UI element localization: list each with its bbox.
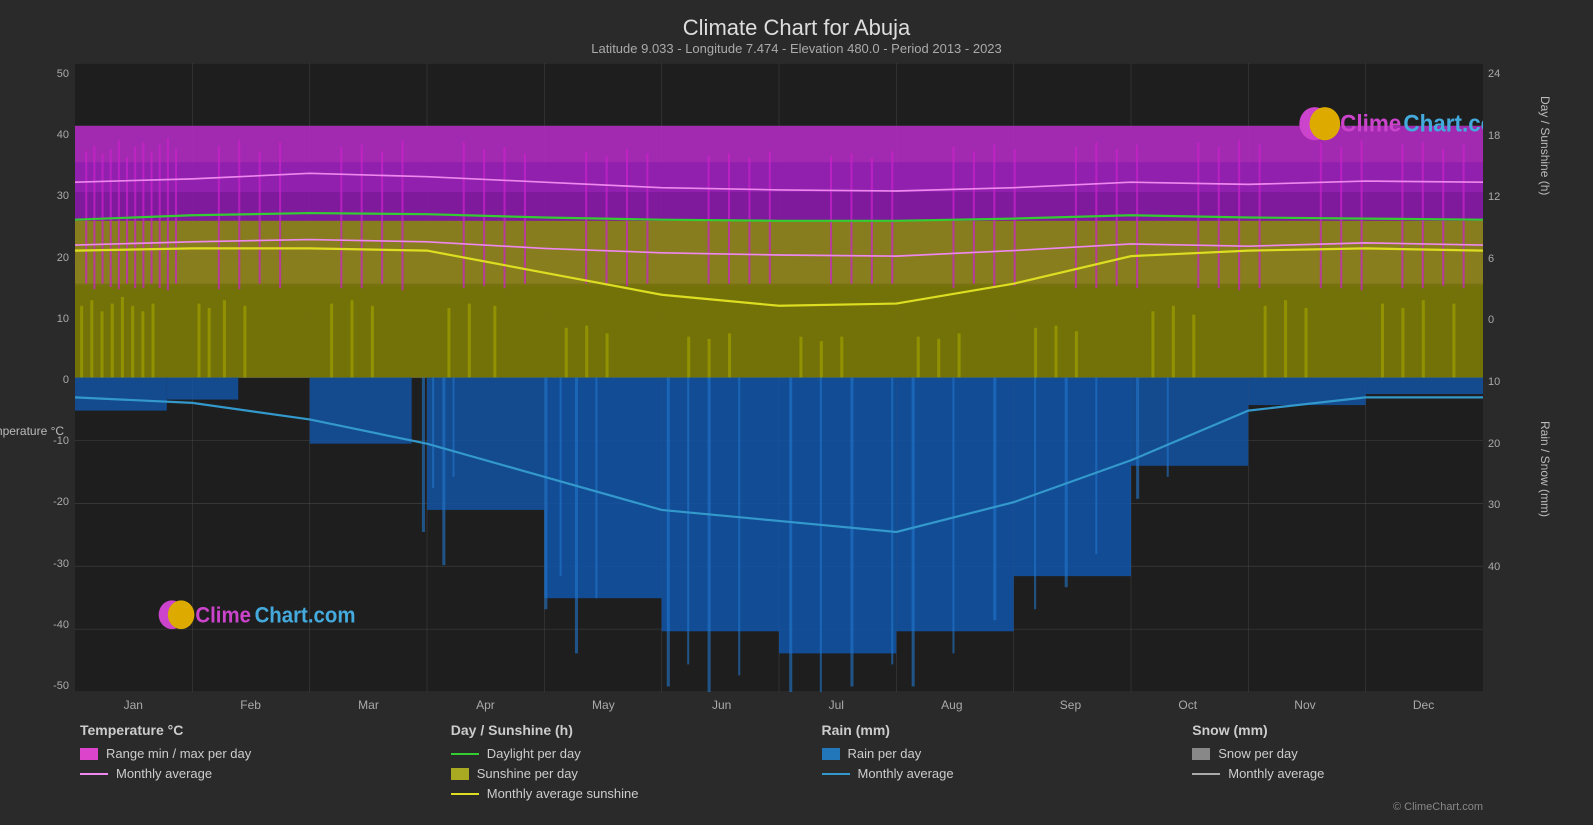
legend-item-temp-range: Range min / max per day bbox=[80, 746, 451, 761]
legend-section: Temperature °C Range min / max per day M… bbox=[20, 714, 1573, 801]
subtitle: Latitude 9.033 - Longitude 7.474 - Eleva… bbox=[20, 41, 1573, 56]
title-section: Climate Chart for Abuja Latitude 9.033 -… bbox=[20, 10, 1573, 58]
x-tick-mar: Mar bbox=[358, 698, 379, 712]
x-tick-jun: Jun bbox=[712, 698, 731, 712]
x-tick-may: May bbox=[592, 698, 615, 712]
legend-item-snow-avg: Monthly average bbox=[1192, 766, 1563, 781]
legend-label-rain-bar: Rain per day bbox=[848, 746, 922, 761]
right-axes: 24 18 12 6 0 10 20 30 40 x x Day / Sunsh… bbox=[1483, 63, 1573, 714]
main-title: Climate Chart for Abuja bbox=[20, 15, 1573, 41]
y-tick-30: 30 bbox=[57, 190, 69, 202]
svg-text:Clime: Clime bbox=[1340, 110, 1401, 137]
legend-line-snow-avg bbox=[1192, 773, 1220, 775]
legend-swatch-rain bbox=[822, 748, 840, 760]
legend-item-sunshine-avg: Monthly average sunshine bbox=[451, 786, 822, 801]
legend-line-sunshine-avg bbox=[451, 793, 479, 795]
y-tick-20r: 20 bbox=[1488, 438, 1500, 450]
svg-text:Chart.com: Chart.com bbox=[255, 603, 356, 628]
legend-label-snow-avg: Monthly average bbox=[1228, 766, 1324, 781]
legend-label-temp-avg: Monthly average bbox=[116, 766, 212, 781]
y-tick-minus50: -50 bbox=[53, 680, 69, 692]
legend-item-temp-avg: Monthly average bbox=[80, 766, 451, 781]
legend-line-rain-avg bbox=[822, 773, 850, 775]
y-tick-0r: 0 bbox=[1488, 314, 1494, 326]
legend-label-sunshine-avg: Monthly average sunshine bbox=[487, 786, 639, 801]
legend-col-sunshine: Day / Sunshine (h) Daylight per day Suns… bbox=[451, 722, 822, 801]
legend-item-daylight: Daylight per day bbox=[451, 746, 822, 761]
right-label-rain: Rain / Snow (mm) bbox=[1538, 421, 1552, 517]
legend-label-daylight: Daylight per day bbox=[487, 746, 581, 761]
chart-container: Temperature °C 50 40 30 20 10 0 -10 -20 … bbox=[20, 63, 1573, 714]
y-tick-minus30: -30 bbox=[53, 558, 69, 570]
y-axis-right-sunshine: 24 18 12 6 0 10 20 30 40 x x bbox=[1483, 63, 1528, 714]
y-tick-10: 10 bbox=[57, 313, 69, 325]
legend-title-snow: Snow (mm) bbox=[1192, 722, 1563, 738]
y-tick-30r: 30 bbox=[1488, 499, 1500, 511]
y-tick-50: 50 bbox=[57, 68, 69, 80]
legend-item-snow-bar: Snow per day bbox=[1192, 746, 1563, 761]
right-axis-labels: Day / Sunshine (h) Rain / Snow (mm) bbox=[1528, 63, 1573, 714]
y-tick-20: 20 bbox=[57, 252, 69, 264]
svg-text:Clime: Clime bbox=[195, 603, 251, 628]
legend-title-sunshine: Day / Sunshine (h) bbox=[451, 722, 822, 738]
y-tick-10r: 10 bbox=[1488, 376, 1500, 388]
legend-label-snow-bar: Snow per day bbox=[1218, 746, 1298, 761]
legend-swatch-snow bbox=[1192, 748, 1210, 760]
main-chart-svg: Clime Chart.com Clime Chart.com bbox=[75, 63, 1483, 692]
legend-item-sunshine-bar: Sunshine per day bbox=[451, 766, 822, 781]
y-axis-left-label: Temperature °C bbox=[0, 424, 64, 438]
y-tick-24: 24 bbox=[1488, 68, 1500, 80]
svg-text:Chart.com: Chart.com bbox=[1403, 110, 1483, 137]
y-tick-40: 40 bbox=[57, 129, 69, 141]
x-tick-dec: Dec bbox=[1413, 698, 1434, 712]
legend-line-temp-avg bbox=[80, 773, 108, 775]
legend-swatch-temp-range bbox=[80, 748, 98, 760]
legend-label-sunshine-bar: Sunshine per day bbox=[477, 766, 578, 781]
x-axis: Jan Feb Mar Apr May Jun Jul Aug Sep Oct … bbox=[75, 692, 1483, 714]
x-tick-jul: Jul bbox=[829, 698, 844, 712]
x-tick-oct: Oct bbox=[1178, 698, 1197, 712]
y-tick-40r: 40 bbox=[1488, 561, 1500, 573]
legend-item-rain-avg: Monthly average bbox=[822, 766, 1193, 781]
y-tick-minus20: -20 bbox=[53, 496, 69, 508]
legend-label-temp-range: Range min / max per day bbox=[106, 746, 251, 761]
x-tick-jan: Jan bbox=[124, 698, 143, 712]
legend-col-snow: Snow (mm) Snow per day Monthly average bbox=[1192, 722, 1563, 801]
y-tick-0: 0 bbox=[63, 374, 69, 386]
y-tick-12: 12 bbox=[1488, 191, 1500, 203]
x-tick-feb: Feb bbox=[240, 698, 261, 712]
legend-line-daylight bbox=[451, 753, 479, 755]
legend-item-rain-bar: Rain per day bbox=[822, 746, 1193, 761]
page-wrapper: Climate Chart for Abuja Latitude 9.033 -… bbox=[0, 0, 1593, 825]
legend-col-rain: Rain (mm) Rain per day Monthly average bbox=[822, 722, 1193, 801]
y-tick-18: 18 bbox=[1488, 130, 1500, 142]
copyright: © ClimeChart.com bbox=[20, 801, 1573, 815]
legend-title-temperature: Temperature °C bbox=[80, 722, 451, 738]
y-tick-6: 6 bbox=[1488, 253, 1494, 265]
x-tick-nov: Nov bbox=[1294, 698, 1315, 712]
legend-label-rain-avg: Monthly average bbox=[858, 766, 954, 781]
chart-area-wrapper: Clime Chart.com Clime Chart.com Jan Feb … bbox=[75, 63, 1483, 714]
x-tick-apr: Apr bbox=[476, 698, 495, 712]
legend-col-temperature: Temperature °C Range min / max per day M… bbox=[80, 722, 451, 801]
x-tick-aug: Aug bbox=[941, 698, 962, 712]
y-tick-minus40: -40 bbox=[53, 619, 69, 631]
right-label-sunshine: Day / Sunshine (h) bbox=[1538, 96, 1552, 195]
x-tick-sep: Sep bbox=[1060, 698, 1081, 712]
chart-svg-area: Clime Chart.com Clime Chart.com bbox=[75, 63, 1483, 692]
legend-swatch-sunshine bbox=[451, 768, 469, 780]
legend-title-rain: Rain (mm) bbox=[822, 722, 1193, 738]
